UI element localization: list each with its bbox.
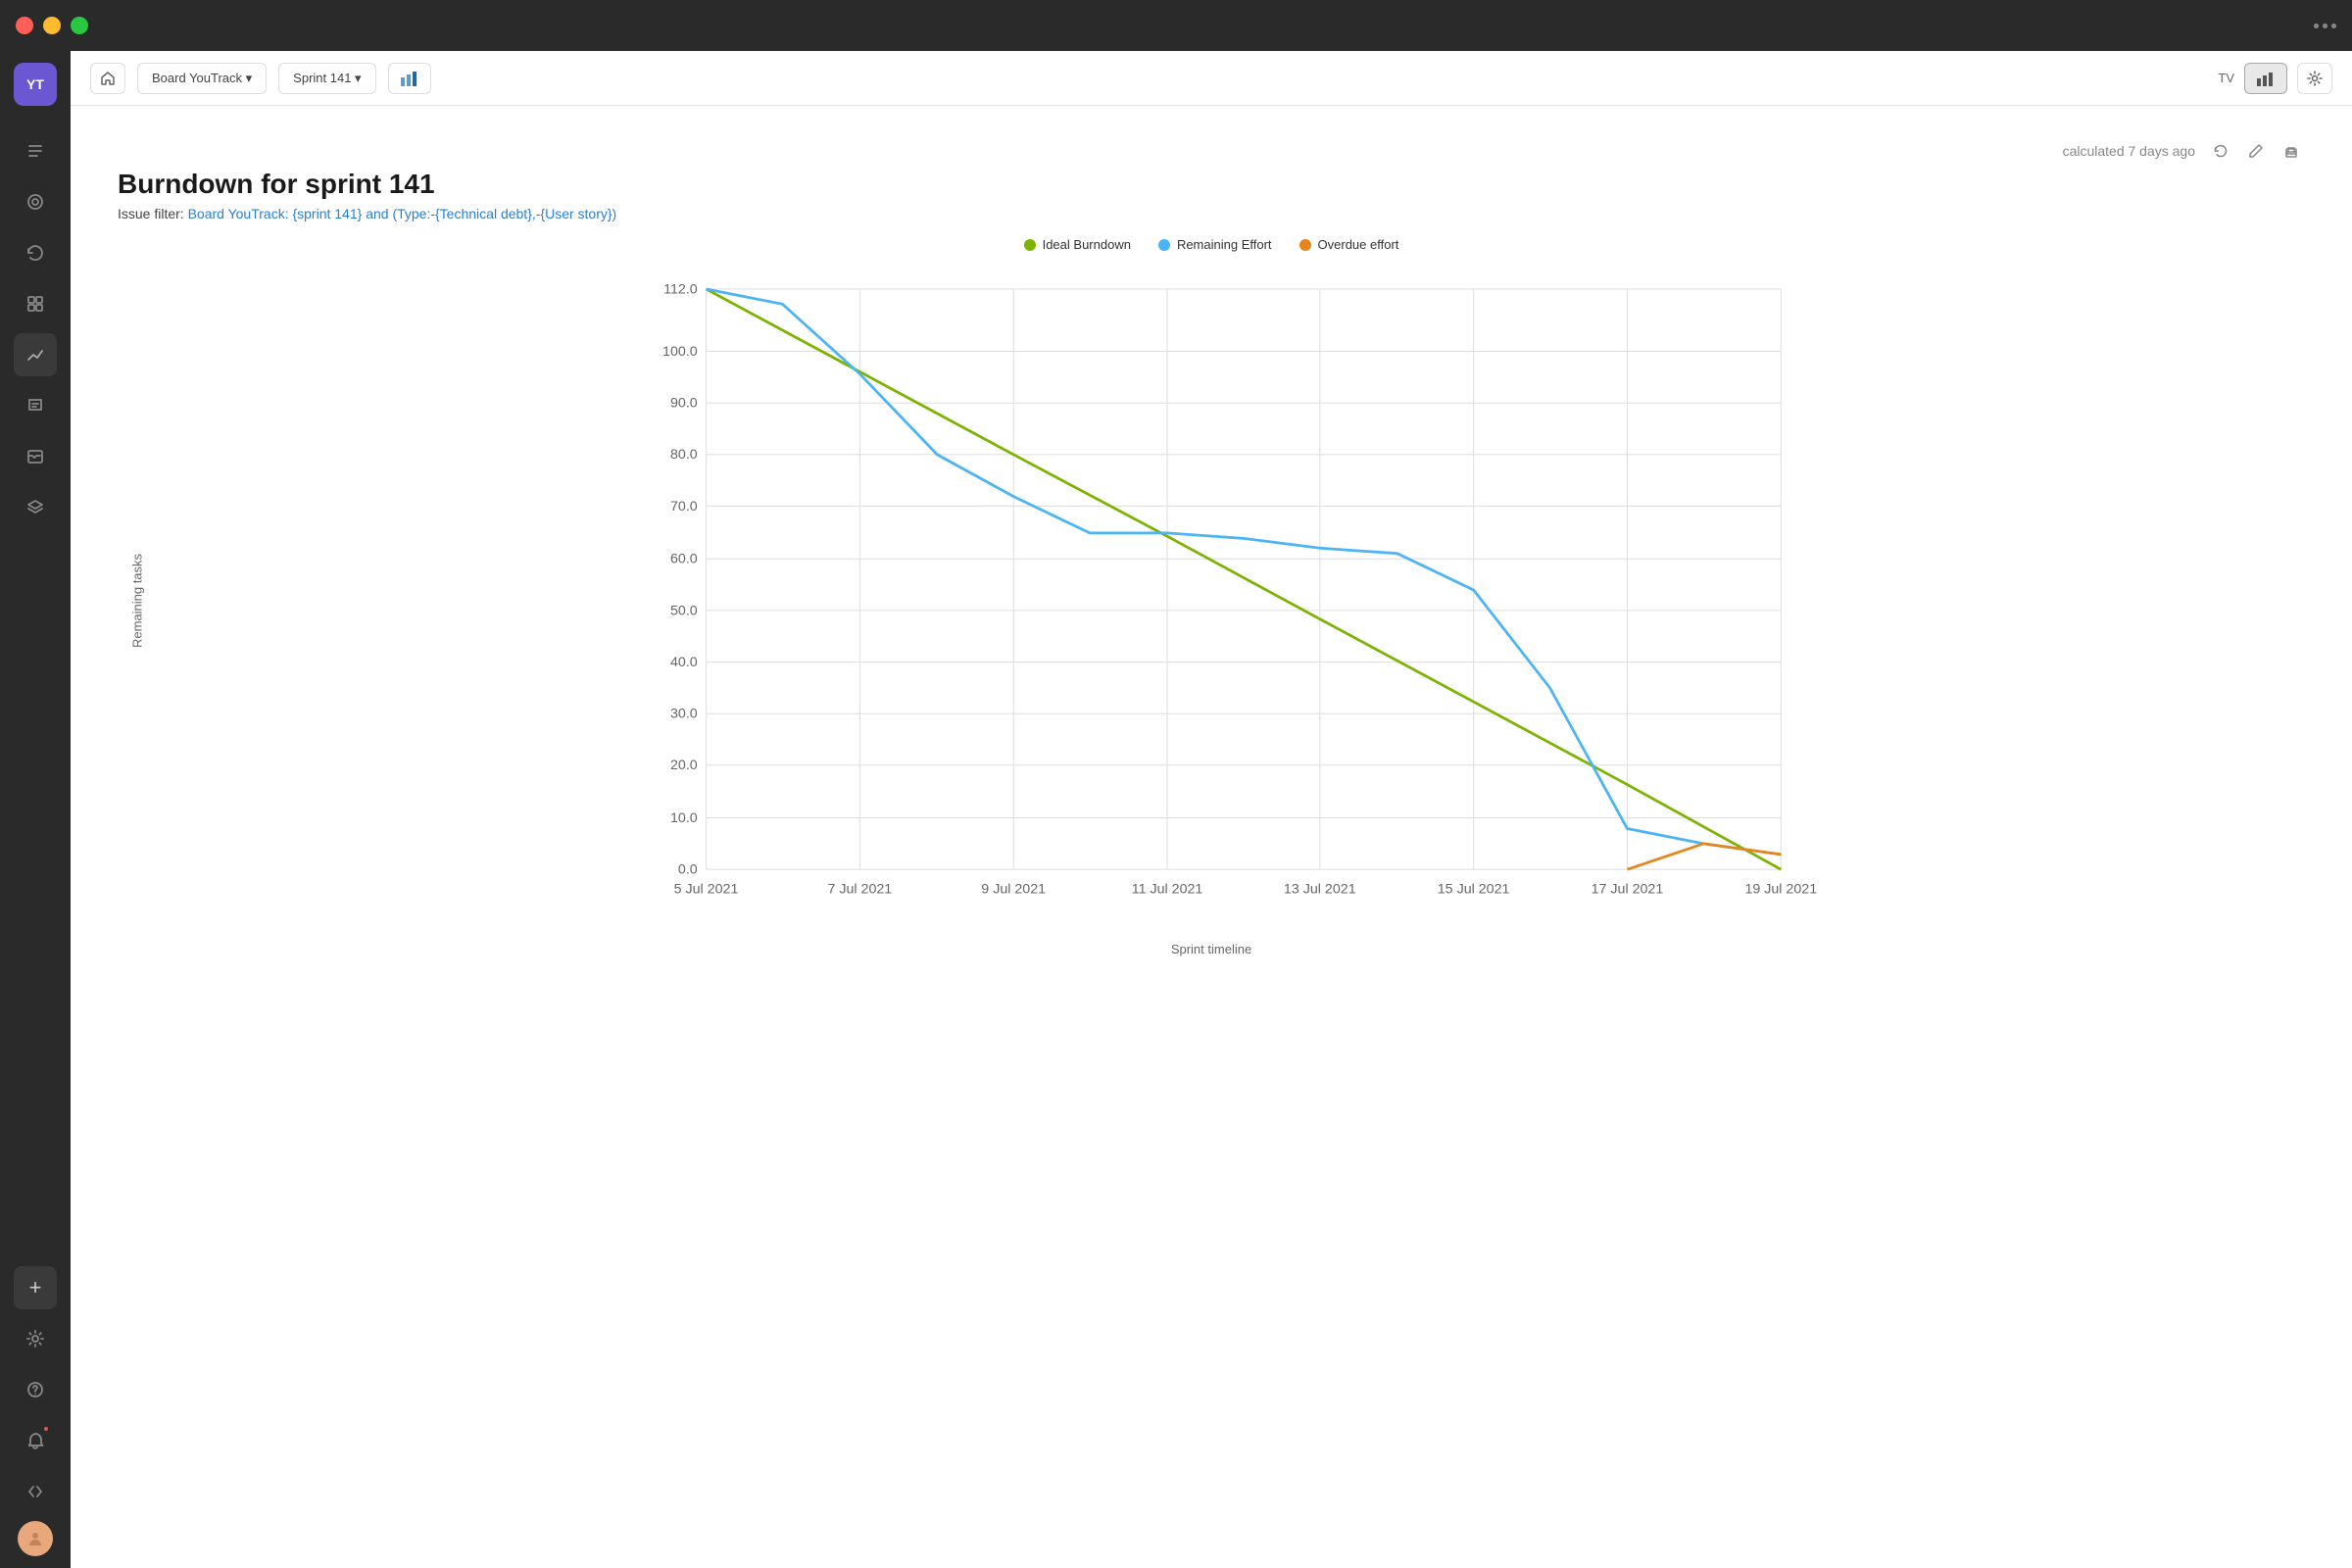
filter-label: Issue filter: <box>118 206 184 221</box>
sidebar-item-help[interactable] <box>14 1368 57 1411</box>
sidebar-bottom: + <box>14 1266 57 1556</box>
legend-label-remaining: Remaining Effort <box>1177 237 1272 252</box>
filter-value[interactable]: Board YouTrack: {sprint 141} and (Type:-… <box>188 206 617 221</box>
chart-legend: Ideal Burndown Remaining Effort Overdue … <box>118 237 2305 252</box>
legend-dot-remaining <box>1158 239 1170 251</box>
chart-svg: 0.0 10.0 20.0 30.0 40.0 50.0 60.0 70.0 8… <box>118 268 2305 934</box>
svg-text:90.0: 90.0 <box>670 396 698 412</box>
minimize-button[interactable] <box>43 17 61 34</box>
board-selector[interactable]: Board YouTrack ▾ <box>137 63 267 94</box>
sidebar-item-expand[interactable] <box>14 1470 57 1513</box>
svg-text:17 Jul 2021: 17 Jul 2021 <box>1592 881 1664 897</box>
svg-text:0.0: 0.0 <box>678 862 698 878</box>
x-axis-label: Sprint timeline <box>118 942 2305 956</box>
sidebar-item-settings[interactable] <box>14 1317 57 1360</box>
legend-item-ideal: Ideal Burndown <box>1024 237 1131 252</box>
svg-text:7 Jul 2021: 7 Jul 2021 <box>827 881 892 897</box>
svg-text:80.0: 80.0 <box>670 447 698 463</box>
titlebar-menu <box>2314 24 2336 28</box>
svg-text:112.0: 112.0 <box>663 281 698 297</box>
home-button[interactable] <box>90 63 125 94</box>
chart-type-button[interactable] <box>388 63 431 94</box>
sidebar-item-reports[interactable] <box>14 333 57 376</box>
legend-item-overdue: Overdue effort <box>1299 237 1399 252</box>
menu-dot <box>2314 24 2319 28</box>
sidebar-nav <box>14 129 57 1266</box>
legend-label-overdue: Overdue effort <box>1318 237 1399 252</box>
svg-text:5 Jul 2021: 5 Jul 2021 <box>674 881 739 897</box>
sidebar-item-knowledge[interactable] <box>14 384 57 427</box>
sidebar-item-inbox[interactable] <box>14 435 57 478</box>
svg-text:30.0: 30.0 <box>670 707 698 722</box>
calculated-text: calculated 7 days ago <box>2063 143 2195 159</box>
y-axis-label: Remaining tasks <box>130 554 145 648</box>
chart-container: Ideal Burndown Remaining Effort Overdue … <box>118 237 2305 956</box>
ideal-burndown-line <box>707 289 1782 869</box>
svg-text:20.0: 20.0 <box>670 758 698 773</box>
svg-text:10.0: 10.0 <box>670 810 698 826</box>
filter-row: Issue filter: Board YouTrack: {sprint 14… <box>118 206 2305 221</box>
svg-text:50.0: 50.0 <box>670 603 698 618</box>
svg-text:15 Jul 2021: 15 Jul 2021 <box>1438 881 1510 897</box>
main-content: Board YouTrack ▾ Sprint 141 ▾ TV <box>71 51 2352 1568</box>
svg-text:100.0: 100.0 <box>662 344 698 360</box>
bar-chart-button[interactable] <box>2244 63 2287 94</box>
svg-text:9 Jul 2021: 9 Jul 2021 <box>981 881 1046 897</box>
sidebar: YT <box>0 51 71 1568</box>
app-logo[interactable]: YT <box>14 63 57 106</box>
settings-button[interactable] <box>2297 63 2332 94</box>
sidebar-item-board[interactable] <box>14 282 57 325</box>
tv-label[interactable]: TV <box>2218 71 2234 85</box>
legend-label-ideal: Ideal Burndown <box>1043 237 1131 252</box>
sidebar-item-history[interactable] <box>14 231 57 274</box>
sprint-selector-label: Sprint 141 ▾ <box>293 71 361 86</box>
page-header: calculated 7 days ago Burndown for spr <box>118 137 2305 221</box>
sidebar-item-issues[interactable] <box>14 129 57 172</box>
svg-text:11 Jul 2021: 11 Jul 2021 <box>1132 881 1203 897</box>
sidebar-item-notifications[interactable] <box>14 1419 57 1462</box>
page-body: calculated 7 days ago Burndown for spr <box>71 106 2352 1568</box>
add-button[interactable]: + <box>14 1266 57 1309</box>
legend-dot-overdue <box>1299 239 1311 251</box>
traffic-lights <box>16 17 88 34</box>
print-button[interactable] <box>2278 137 2305 165</box>
refresh-button[interactable] <box>2207 137 2234 165</box>
chart-area: Remaining tasks <box>118 268 2305 934</box>
remaining-effort-line <box>707 289 1782 855</box>
page-title: Burndown for sprint 141 <box>118 169 2305 200</box>
toolbar: Board YouTrack ▾ Sprint 141 ▾ TV <box>71 51 2352 106</box>
svg-text:19 Jul 2021: 19 Jul 2021 <box>1744 881 1817 897</box>
sidebar-item-layers[interactable] <box>14 486 57 529</box>
maximize-button[interactable] <box>71 17 88 34</box>
legend-item-remaining: Remaining Effort <box>1158 237 1272 252</box>
chart-actions <box>2207 137 2305 165</box>
svg-text:40.0: 40.0 <box>670 655 698 670</box>
toolbar-right: TV <box>2218 63 2332 94</box>
edit-button[interactable] <box>2242 137 2270 165</box>
svg-text:70.0: 70.0 <box>670 499 698 514</box>
sidebar-item-goals[interactable] <box>14 180 57 223</box>
user-avatar[interactable] <box>18 1521 53 1556</box>
chart-header: calculated 7 days ago <box>118 137 2305 165</box>
svg-text:13 Jul 2021: 13 Jul 2021 <box>1284 881 1356 897</box>
menu-dot <box>2331 24 2336 28</box>
titlebar <box>0 0 2352 51</box>
legend-dot-ideal <box>1024 239 1036 251</box>
app-layout: YT <box>0 51 2352 1568</box>
sprint-selector[interactable]: Sprint 141 ▾ <box>278 63 375 94</box>
close-button[interactable] <box>16 17 33 34</box>
board-selector-label: Board YouTrack ▾ <box>152 71 252 86</box>
menu-dot <box>2323 24 2328 28</box>
svg-text:60.0: 60.0 <box>670 552 698 567</box>
